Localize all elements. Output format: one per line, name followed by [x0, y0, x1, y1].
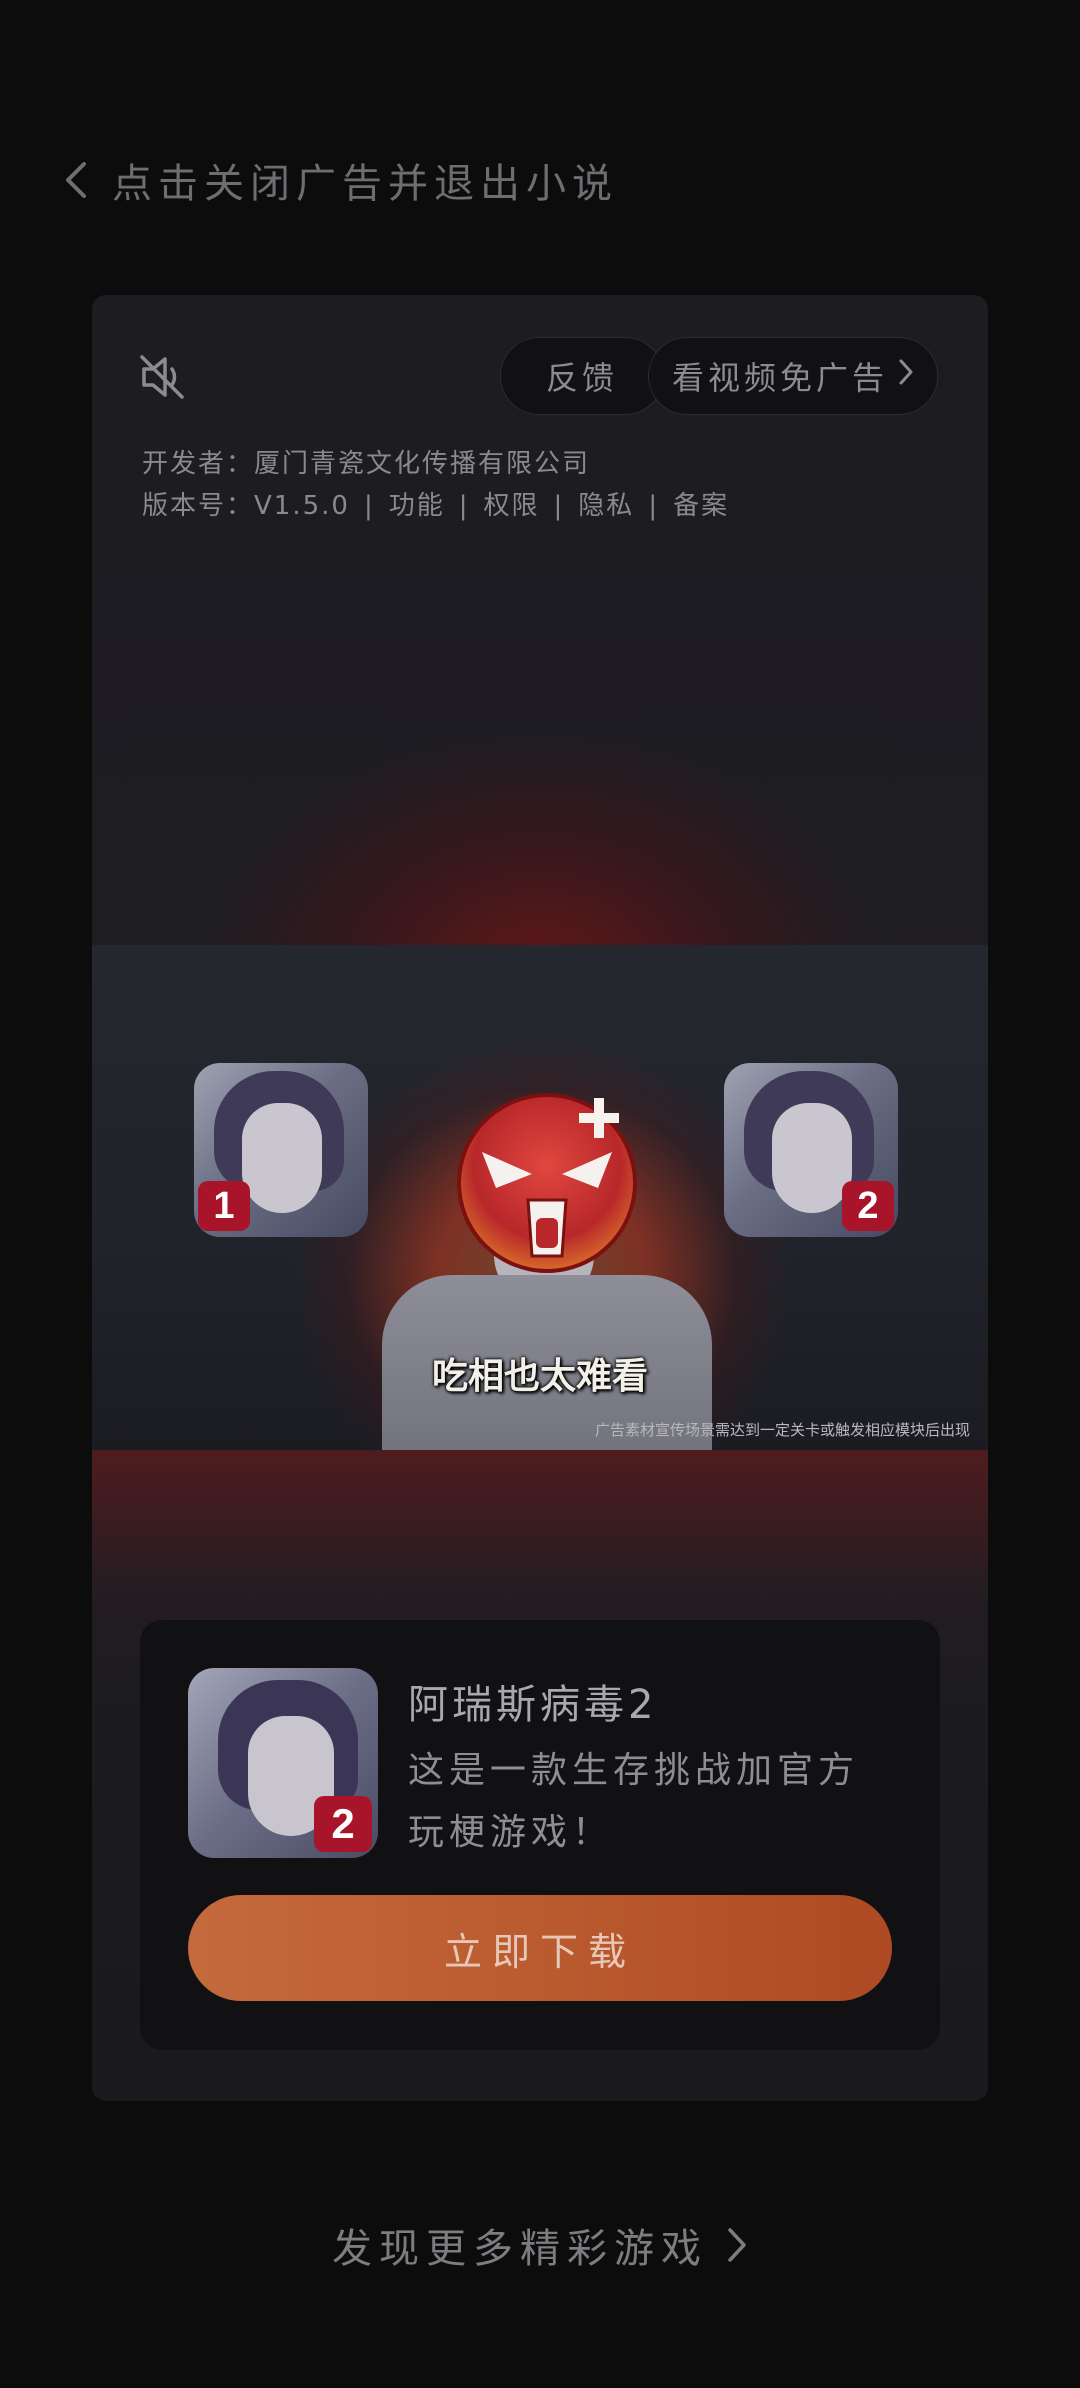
- feedback-button[interactable]: 反馈: [500, 337, 664, 415]
- ad-page: 点击关闭广告并退出小说 反馈 看视频免广告 开发者：厦门青瓷文化传播有限公司 版…: [0, 0, 1080, 2388]
- feedback-label: 反馈: [545, 359, 618, 397]
- chevron-right-icon: [898, 358, 914, 394]
- permissions-link[interactable]: 权限: [484, 485, 540, 527]
- watch-video-skip-ad-button[interactable]: 看视频免广告: [648, 337, 938, 415]
- developer-name: 厦门青瓷文化传播有限公司: [254, 449, 591, 479]
- chevron-left-icon: [62, 160, 90, 200]
- portrait-face: [772, 1103, 852, 1213]
- discover-more-games-link[interactable]: 发现更多精彩游戏: [0, 2215, 1080, 2275]
- version-label: 版本号：: [142, 491, 255, 521]
- version-row: 版本号： V1.5.0 | 功能 | 权限 | 隐私 | 备案: [142, 485, 729, 527]
- portrait-badge: 2: [842, 1181, 894, 1231]
- download-button[interactable]: 立即下载: [188, 1895, 892, 2001]
- download-label: 立即下载: [443, 1929, 636, 1974]
- app-icon-badge: 2: [314, 1796, 372, 1852]
- developer-label: 开发者：: [142, 449, 255, 479]
- features-link[interactable]: 功能: [389, 485, 445, 527]
- separator: |: [363, 491, 375, 521]
- close-ad-exit-link[interactable]: 点击关闭广告并退出小说: [62, 150, 618, 210]
- app-description: 这是一款生存挑战加官方玩梗游戏！: [408, 1750, 860, 1853]
- speaker-muted-icon: [140, 355, 184, 399]
- filing-link[interactable]: 备案: [673, 485, 729, 527]
- ad-disclaimer: 广告素材宣传场景需达到一定关卡或触发相应模块后出现: [594, 1422, 970, 1439]
- version-value: V1.5.0: [254, 491, 350, 521]
- close-ad-text: 点击关闭广告并退出小说: [112, 161, 618, 207]
- angry-emoji-icon: [457, 1093, 637, 1273]
- character-portrait-1: 1: [194, 1063, 368, 1237]
- skip-label: 看视频免广告: [671, 359, 888, 397]
- portrait-face: [242, 1103, 322, 1213]
- portrait-badge: 1: [198, 1181, 250, 1231]
- app-name: 阿瑞斯病毒2: [408, 1682, 658, 1728]
- separator: |: [648, 491, 660, 521]
- app-icon[interactable]: 2: [188, 1668, 378, 1858]
- separator: |: [553, 491, 565, 521]
- ad-video[interactable]: 1 2 吃相也太难看 广告素材宣传场景需达到一定关卡或触发相应模块后出现: [92, 945, 988, 1450]
- developer-row: 开发者：厦门青瓷文化传播有限公司: [142, 443, 729, 485]
- developer-info: 开发者：厦门青瓷文化传播有限公司 版本号： V1.5.0 | 功能 | 权限 |…: [142, 443, 729, 527]
- mute-button[interactable]: [136, 351, 188, 403]
- video-subtitle: 吃相也太难看: [431, 1355, 648, 1396]
- separator: |: [458, 491, 470, 521]
- app-info-panel: 2 阿瑞斯病毒2 这是一款生存挑战加官方玩梗游戏！ 立即下载: [140, 1620, 940, 2050]
- more-games-text: 发现更多精彩游戏: [332, 2226, 708, 2272]
- privacy-link[interactable]: 隐私: [578, 485, 634, 527]
- ad-card: 反馈 看视频免广告 开发者：厦门青瓷文化传播有限公司 版本号： V1.5.0 |…: [92, 295, 988, 2101]
- chevron-right-icon: [728, 2228, 746, 2262]
- character-portrait-2: 2: [724, 1063, 898, 1237]
